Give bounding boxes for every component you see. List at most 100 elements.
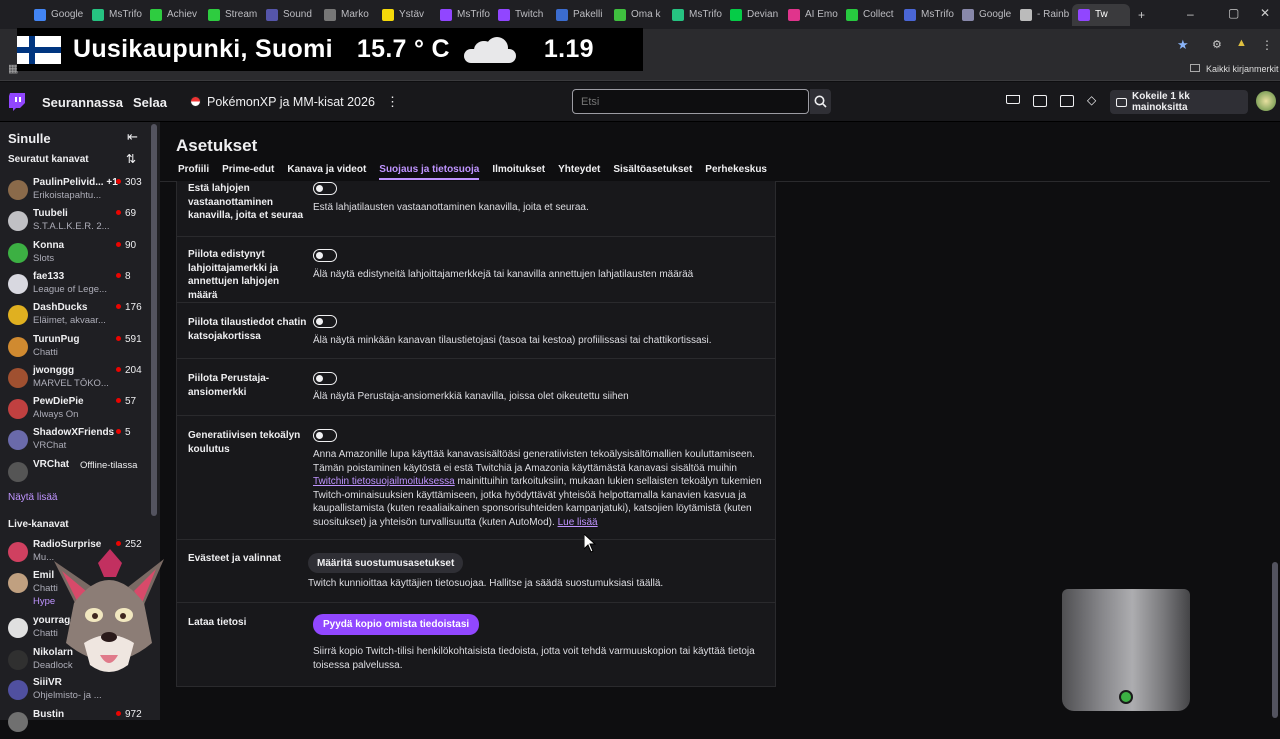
menu-icon[interactable]: ⋮ (1261, 38, 1273, 52)
sidebar-channel[interactable]: Bustin 972 (8, 709, 154, 739)
page-scrollbar[interactable] (1270, 122, 1280, 720)
browser-tab[interactable]: Sound (260, 4, 318, 26)
profile-icon[interactable]: ▲ (1236, 37, 1247, 49)
tab-favicon-icon (498, 8, 510, 21)
channel-avatar (8, 305, 28, 326)
maximize-icon[interactable]: ▢ (1228, 6, 1239, 20)
settings-tab[interactable]: Kanava ja videot (287, 164, 366, 180)
tab-label: Stream (225, 9, 258, 20)
user-avatar[interactable] (1256, 91, 1276, 111)
nav-channel-title[interactable]: PokémonXP ja MM-kisat 2026 (207, 95, 375, 109)
browser-tab-strip: Google MsTrifo Achiev Stream Sound Marko Ystäv… (0, 0, 1280, 29)
viewer-count: 5 (116, 427, 131, 438)
channel-game: Eläimet, akvaar... (33, 315, 106, 327)
consent-settings-button[interactable]: Määritä suostumusasetukset (308, 553, 464, 573)
settings-tab[interactable]: Ilmoitukset (492, 164, 545, 180)
sidebar-channel[interactable]: VRChat Offline-tilassa (8, 459, 154, 489)
hide-sub-info-toggle[interactable] (313, 315, 337, 328)
request-data-copy-button[interactable]: Pyydä kopio omista tiedoistasi (313, 614, 480, 635)
sidebar-channel[interactable]: fae133 League of Lege... 8 (8, 271, 154, 301)
search-button[interactable] (810, 89, 831, 114)
settings-tab[interactable]: Profiili (178, 164, 209, 180)
browser-tab[interactable]: Stream (202, 4, 260, 26)
tab-label: Achiev (167, 9, 198, 20)
tab-label: Sound (283, 9, 312, 20)
sidebar-channel[interactable]: PaulinPelivid... +1 Erikoistapahtu... 303 (8, 177, 154, 207)
new-tab-button[interactable]: + (1138, 8, 1145, 22)
setting-description: Anna Amazonille lupa käyttää kanavasisäl… (313, 448, 765, 529)
browser-tab[interactable]: Pakelli (550, 4, 608, 26)
sidebar-channel[interactable]: Konna Slots 90 (8, 240, 154, 270)
sidebar-channel[interactable]: PewDiePie Always On 57 (8, 396, 154, 426)
setting-label: Lataa tietosi (188, 617, 247, 628)
channel-name: Bustin (33, 709, 65, 720)
close-window-icon[interactable]: ✕ (1260, 6, 1270, 20)
more-menu-icon[interactable]: ⋮ (386, 94, 399, 110)
settings-tab[interactable]: Suojaus ja tietosuoja (379, 164, 480, 180)
viewer-count: 591 (116, 334, 142, 345)
sidebar-channel[interactable]: jwonggg MARVEL TŌKO... 204 (8, 365, 154, 395)
browser-tab[interactable]: MsTrifo (666, 4, 724, 26)
minimize-icon[interactable]: – (1187, 7, 1194, 21)
ad-free-promo-button[interactable]: Kokeile 1 kk mainoksitta (1110, 90, 1248, 114)
channel-avatar (8, 211, 28, 232)
tab-label: Devian (747, 9, 779, 20)
extensions-icon[interactable]: ⚙ (1212, 38, 1222, 51)
browser-tab[interactable]: MsTrifo (434, 4, 492, 26)
browser-tab[interactable]: Ystäv (376, 4, 434, 26)
channel-avatar (8, 399, 28, 420)
hide-gift-badge-toggle[interactable] (313, 249, 337, 262)
tab-favicon-icon (614, 8, 626, 21)
setting-description: Siirrä kopio Twitch-tilisi henkilökohtai… (313, 646, 755, 671)
tab-label: Tw (1095, 9, 1108, 20)
all-bookmarks-label[interactable]: Kaikki kirjanmerkit (1206, 64, 1279, 74)
show-more-link[interactable]: Näytä lisää (8, 492, 57, 503)
bookmark-star-icon[interactable]: ★ (1177, 37, 1189, 53)
prime-crown-icon[interactable] (1006, 95, 1020, 104)
browser-tab[interactable]: - Rainb (1014, 4, 1072, 26)
ai-training-toggle[interactable] (313, 429, 337, 442)
browser-tab[interactable]: Marko (318, 4, 376, 26)
read-more-link[interactable]: Lue lisää (558, 517, 598, 528)
browser-tab[interactable]: Tw (1072, 3, 1130, 26)
browser-tab[interactable]: Oma k (608, 4, 666, 26)
clover-icon (1119, 690, 1133, 704)
browser-tab[interactable]: Google (956, 4, 1014, 26)
browser-tab[interactable]: MsTrifo (86, 4, 144, 26)
tab-label: MsTrifo (457, 9, 490, 20)
privacy-notice-link[interactable]: Twitchin tietosuojailmoituksessa (313, 476, 455, 487)
bits-icon[interactable]: ◇ (1087, 93, 1096, 107)
nav-browse[interactable]: Selaa (133, 95, 167, 110)
overlay-city: Uusikaupunki, Suomi (73, 35, 333, 63)
sidebar-channel[interactable]: ShadowXFriends VRChat 5 (8, 427, 154, 457)
browser-tab[interactable]: Twitch (492, 4, 550, 26)
tab-favicon-icon (208, 8, 220, 21)
block-gifts-toggle[interactable] (313, 182, 337, 195)
browser-tab[interactable]: Achiev (144, 4, 202, 26)
browser-tab[interactable]: MsTrifo (898, 4, 956, 26)
tab-favicon-icon (788, 8, 800, 21)
collapse-sidebar-icon[interactable]: ⇤ (127, 129, 138, 145)
browser-tab[interactable]: AI Emo (782, 4, 840, 26)
browser-tab[interactable]: Collect (840, 4, 898, 26)
settings-tab[interactable]: Perhekeskus (705, 164, 767, 180)
whispers-icon[interactable] (1060, 95, 1074, 107)
hide-founder-badge-toggle[interactable] (313, 372, 337, 385)
channel-avatar (8, 180, 28, 200)
inbox-icon[interactable] (1033, 95, 1047, 107)
wolf-mascot-overlay (54, 549, 164, 672)
browser-tab[interactable]: Google (28, 4, 86, 26)
settings-tab[interactable]: Prime-edut (222, 164, 274, 180)
setting-row-hide-founder-badge: Piilota Perustaja-ansiomerkki Älä näytä … (177, 359, 775, 416)
settings-tab[interactable]: Sisältöasetukset (613, 164, 692, 180)
search-input[interactable] (572, 89, 809, 114)
settings-tab[interactable]: Yhteydet (558, 164, 600, 180)
sort-icon[interactable]: ⇅ (126, 152, 136, 166)
sidebar-channel[interactable]: Tuubeli S.T.A.L.K.E.R. 2... 69 (8, 208, 154, 238)
browser-tab[interactable]: Devian (724, 4, 782, 26)
viewer-count: 303 (116, 177, 142, 188)
nav-following[interactable]: Seurannassa (42, 95, 123, 110)
sidebar-channel[interactable]: TurunPug Chatti 591 (8, 334, 154, 364)
twitch-logo-icon[interactable] (8, 93, 25, 111)
sidebar-channel[interactable]: DashDucks Eläimet, akvaar... 176 (8, 302, 154, 332)
